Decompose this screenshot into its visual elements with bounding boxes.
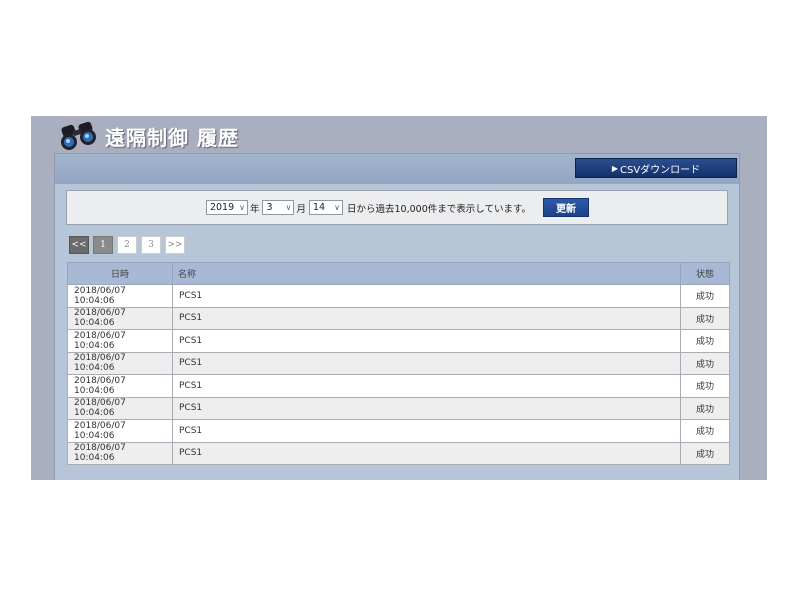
csv-download-button[interactable]: ▶ CSVダウンロード <box>575 158 737 178</box>
table-header-row: 日時 名称 状態 <box>67 262 730 285</box>
binoculars-icon <box>61 121 96 150</box>
day-select[interactable]: 14 ∨ <box>309 200 343 215</box>
cell-date: 2018/06/07 10:04:06 <box>67 329 173 353</box>
cell-date: 2018/06/07 10:04:06 <box>67 441 173 465</box>
table-row: 2018/06/07 10:04:06 PCS1 成功 <box>67 351 730 375</box>
page-3-button[interactable]: 3 <box>141 236 161 254</box>
table-row: 2018/06/07 10:04:06 PCS1 成功 <box>67 329 730 353</box>
cell-status: 成功 <box>680 374 730 398</box>
page-2-button[interactable]: 2 <box>117 236 137 254</box>
table-row: 2018/06/07 10:04:06 PCS1 成功 <box>67 396 730 420</box>
cell-name: PCS1 <box>172 351 681 375</box>
cell-date: 2018/06/07 10:04:06 <box>67 284 173 308</box>
play-arrow-icon: ▶ <box>611 163 618 173</box>
table-row: 2018/06/07 10:04:06 PCS1 成功 <box>67 374 730 398</box>
history-table: 日時 名称 状態 2018/06/07 10:04:06 PCS1 成功 201… <box>67 262 730 465</box>
year-unit-label: 年 <box>249 203 260 215</box>
cell-date: 2018/06/07 10:04:06 <box>67 396 173 420</box>
prev-page-button[interactable]: << <box>69 236 89 254</box>
table-row: 2018/06/07 10:04:06 PCS1 成功 <box>67 441 730 465</box>
range-description: 日から過去10,000件まで表示しています。 <box>347 203 532 215</box>
panel-toolbar: ▶ CSVダウンロード <box>55 154 739 184</box>
column-header-status: 状態 <box>680 262 730 285</box>
cell-date: 2018/06/07 10:04:06 <box>67 306 173 330</box>
cell-name: PCS1 <box>172 441 681 465</box>
year-select[interactable]: 2019 ∨ <box>205 200 248 215</box>
table-row: 2018/06/07 10:04:06 PCS1 成功 <box>67 419 730 443</box>
cell-name: PCS1 <box>172 396 681 420</box>
cell-date: 2018/06/07 10:04:06 <box>67 419 173 443</box>
cell-status: 成功 <box>680 351 730 375</box>
month-select[interactable]: 3 ∨ <box>262 200 295 215</box>
app-frame: 遠隔制御 履歴 ▶ CSVダウンロード 2019 ∨ 年 3 ∨ 月 14 ∨ <box>31 116 767 480</box>
filter-bar: 2019 ∨ 年 3 ∨ 月 14 ∨ 日から過去10,000件まで表示していま… <box>66 190 728 225</box>
table-row: 2018/06/07 10:04:06 PCS1 成功 <box>67 306 730 330</box>
cell-name: PCS1 <box>172 374 681 398</box>
chevron-down-icon: ∨ <box>285 203 292 212</box>
cell-date: 2018/06/07 10:04:06 <box>67 351 173 375</box>
year-value: 2019 <box>209 202 235 213</box>
content-panel: ▶ CSVダウンロード 2019 ∨ 年 3 ∨ 月 14 ∨ 日から過去10,… <box>54 153 740 480</box>
column-header-name: 名称 <box>172 262 681 285</box>
cell-status: 成功 <box>680 306 730 330</box>
page-title: 遠隔制御 履歴 <box>105 125 239 150</box>
update-button[interactable]: 更新 <box>543 198 590 217</box>
chevron-down-icon: ∨ <box>334 203 340 212</box>
cell-name: PCS1 <box>172 329 681 353</box>
month-unit-label: 月 <box>296 203 306 215</box>
chevron-down-icon: ∨ <box>239 203 245 212</box>
cell-status: 成功 <box>680 396 730 420</box>
cell-name: PCS1 <box>172 284 681 308</box>
table-row: 2018/06/07 10:04:06 PCS1 成功 <box>67 284 730 308</box>
title-row: 遠隔制御 履歴 <box>57 120 239 152</box>
cell-status: 成功 <box>680 419 730 443</box>
month-value: 3 <box>266 202 273 213</box>
cell-name: PCS1 <box>172 419 681 443</box>
column-header-date: 日時 <box>67 262 173 285</box>
cell-date: 2018/06/07 10:04:06 <box>67 374 173 398</box>
csv-download-label: CSVダウンロード <box>619 164 701 176</box>
pagination: << 1 2 3 >> <box>69 236 185 254</box>
cell-status: 成功 <box>680 441 730 465</box>
day-value: 14 <box>313 202 326 213</box>
next-page-button[interactable]: >> <box>165 236 185 254</box>
cell-status: 成功 <box>680 284 730 308</box>
cell-status: 成功 <box>680 329 730 353</box>
cell-name: PCS1 <box>172 306 681 330</box>
page-1-button[interactable]: 1 <box>93 236 113 254</box>
